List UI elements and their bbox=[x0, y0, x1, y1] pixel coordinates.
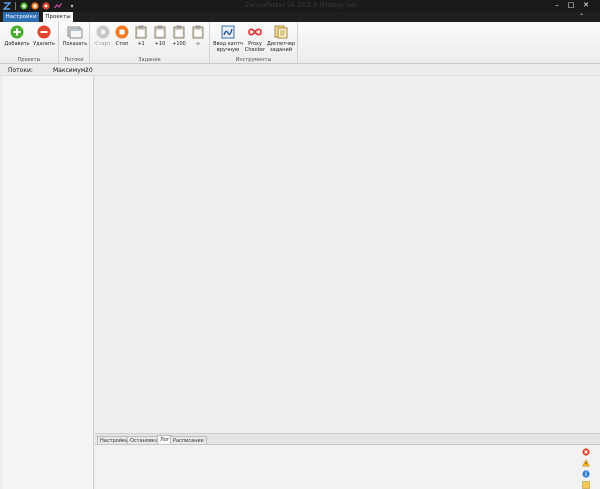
infinity-button-label: ∞ bbox=[195, 41, 201, 47]
group-projects: Добавить Удалить Проекты bbox=[0, 22, 59, 64]
message-filter-icon[interactable] bbox=[582, 481, 590, 489]
clipboard-icon bbox=[135, 25, 147, 39]
manual-captcha-button[interactable]: Ввод каптч вручную bbox=[213, 25, 243, 53]
stop-task-icon bbox=[115, 25, 129, 39]
toolbar-separator bbox=[15, 2, 16, 10]
close-button[interactable]: ✕ bbox=[581, 1, 591, 10]
threads-bar: Потоки: Максимум: 20 bbox=[0, 64, 600, 76]
dropdown-icon[interactable]: ▾ bbox=[68, 2, 76, 10]
ribbon: Добавить Удалить Проекты Показать Потоки bbox=[0, 22, 600, 64]
tab-stop-conditions[interactable]: Остановка bbox=[127, 436, 162, 444]
task-dispatcher-button[interactable]: Диспетчер заданий bbox=[266, 25, 296, 53]
window-title: ZennoPoster v5.10.2.0 (Enterprise) bbox=[245, 2, 358, 9]
plus100-button[interactable]: +100 bbox=[170, 25, 188, 47]
ribbon-tab-strip: Настройки Проекты ⌃ bbox=[0, 12, 600, 22]
threads-label: Потоки: bbox=[8, 67, 33, 74]
start-button-label: Старт bbox=[95, 41, 111, 47]
minimize-button[interactable]: – bbox=[552, 1, 562, 10]
add-project-icon bbox=[10, 25, 24, 39]
plus100-button-label: +100 bbox=[172, 41, 186, 47]
error-filter-icon[interactable] bbox=[582, 448, 590, 456]
maximize-button[interactable]: □ bbox=[566, 1, 576, 10]
captcha-icon bbox=[221, 25, 235, 39]
tab-settings[interactable]: Настройки bbox=[3, 12, 39, 22]
group-threads: Показать Потоки bbox=[59, 22, 90, 64]
plus10-button[interactable]: +10 bbox=[152, 25, 168, 47]
plus10-button-label: +10 bbox=[154, 41, 166, 47]
max-threads-value[interactable]: 20 bbox=[85, 67, 93, 74]
stop-button-label: Стоп bbox=[115, 41, 129, 47]
add-button[interactable]: Добавить bbox=[4, 25, 30, 47]
ribbon-collapse-icon[interactable]: ⌃ bbox=[579, 12, 584, 22]
dispatcher-label-line2: заданий bbox=[269, 47, 292, 53]
chart-icon[interactable] bbox=[54, 2, 62, 10]
projects-list-area[interactable] bbox=[95, 76, 600, 433]
show-button-label: Показать bbox=[62, 41, 88, 47]
stop-icon[interactable] bbox=[31, 2, 39, 10]
add-button-label: Добавить bbox=[4, 41, 30, 47]
group-tools-label: Инструменты bbox=[235, 57, 272, 63]
clipboard-icon bbox=[154, 25, 166, 39]
start-button[interactable]: Старт bbox=[93, 25, 113, 47]
group-task: Старт Стоп +1 +10 +100 ∞ Задание bbox=[90, 22, 210, 64]
plus1-button-label: +1 bbox=[137, 41, 145, 47]
warning-filter-icon[interactable] bbox=[582, 459, 590, 467]
app-logo-icon[interactable] bbox=[3, 2, 11, 10]
task-dispatcher-icon bbox=[274, 25, 288, 39]
delete-button-label: Удалить bbox=[33, 41, 55, 47]
add-icon[interactable] bbox=[20, 2, 28, 10]
log-area[interactable] bbox=[95, 444, 600, 489]
play-icon bbox=[96, 25, 110, 39]
info-filter-icon[interactable] bbox=[582, 470, 590, 478]
clipboard-icon bbox=[192, 25, 204, 39]
proxy-checker-button[interactable]: Proxy Checker bbox=[244, 25, 266, 53]
group-projects-label: Проекты bbox=[17, 57, 41, 63]
infinity-button[interactable]: ∞ bbox=[190, 25, 206, 47]
tab-schedule[interactable]: Расписание bbox=[170, 436, 207, 444]
record-icon[interactable] bbox=[42, 2, 50, 10]
delete-button[interactable]: Удалить bbox=[31, 25, 57, 47]
proxy-checker-icon bbox=[248, 28, 262, 36]
bottom-tab-strip: Настройки Остановка Лог Расписание bbox=[95, 433, 600, 444]
group-tools: Ввод каптч вручную Proxy Checker Диспетч… bbox=[210, 22, 298, 64]
title-bar: ▾ ZennoPoster v5.10.2.0 (Enterprise) – □… bbox=[0, 0, 600, 12]
tab-projects[interactable]: Проекты bbox=[43, 12, 73, 22]
threads-panel bbox=[2, 76, 94, 489]
group-threads-label: Потоки bbox=[64, 57, 84, 63]
plus1-button[interactable]: +1 bbox=[133, 25, 149, 47]
max-threads-label: Максимум: bbox=[53, 67, 88, 74]
proxy-label-line2: Checker bbox=[244, 47, 266, 53]
group-task-label: Задание bbox=[138, 57, 161, 63]
show-window-icon bbox=[67, 26, 83, 39]
clipboard-icon bbox=[173, 25, 185, 39]
stop-button[interactable]: Стоп bbox=[113, 25, 131, 47]
delete-project-icon bbox=[37, 25, 51, 39]
captcha-label-line2: вручную bbox=[216, 47, 240, 53]
show-button[interactable]: Показать bbox=[61, 25, 89, 47]
